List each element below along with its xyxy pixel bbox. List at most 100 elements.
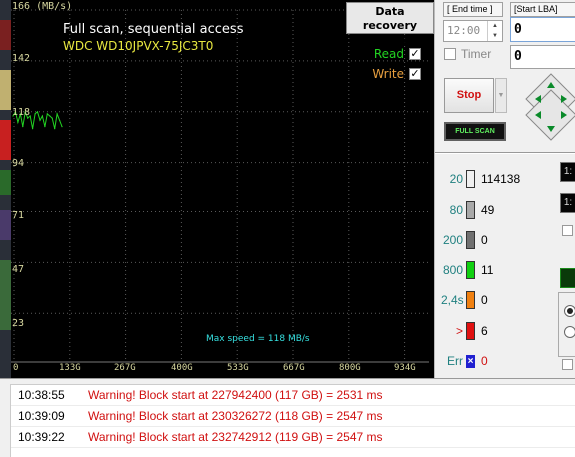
read-speed-point [17,121,19,123]
right-indicator-1: 1: [560,162,575,182]
x-tick-133g: 133G [59,363,81,373]
stat-count: 0 [481,293,488,307]
read-speed-point [44,126,46,128]
drive-model: WDC WD10JPVX-75JC3T0 [63,39,214,53]
timer-toggle[interactable]: Timer [444,47,491,61]
x-tick-934g: 934G [394,363,416,373]
stat-row-err: Err × 0 [441,352,488,370]
stat-row-80ms: 80 49 [441,201,494,219]
timer-checkbox[interactable] [444,48,456,60]
stat-label: 200 [442,233,463,247]
stat-count: 6 [481,324,488,338]
log-entry: 10:38:55 Warning! Block start at 2279424… [11,385,575,406]
read-speed-point [36,111,39,113]
victoria-scan-window: 166 (MB/s) 142 118 94 71 47 23 0 133G 26… [0,0,575,457]
x-icon: × [466,354,475,368]
data-recovery-link[interactable]: Data recovery www.hdd.by [346,2,434,46]
read-checkbox[interactable]: ✓ [409,48,421,60]
stat-count: 49 [481,203,495,217]
scan-mode-title: Full scan, sequential access [63,22,244,37]
log-entry: 10:39:09 Warning! Block start at 2303262… [11,406,575,427]
right-checkbox-2[interactable] [562,359,573,370]
read-speed-point [46,113,48,115]
read-speed-point [34,113,36,115]
speed-graph-canvas [11,9,429,363]
read-toggle[interactable]: Read ✓ [374,47,421,61]
stat-label: 2,4s [441,293,464,307]
log-time: 10:39:09 [18,409,65,423]
read-speed-point [22,126,24,128]
stat-swatch [466,201,475,219]
stat-label: > [455,324,463,338]
stat-swatch [466,170,475,188]
stat-swatch [466,261,475,279]
y-axis-unit: 166 (MB/s) [12,1,73,12]
stat-count: 0 [481,233,488,247]
stat-swatch [466,291,475,309]
log-message: Warning! Block start at 232742912 (119 G… [88,430,383,444]
read-speed-point [59,119,61,121]
write-toggle[interactable]: Write ✓ [372,67,421,81]
write-label: Write [372,67,404,81]
x-tick-533g: 533G [227,363,249,373]
control-panel: [ End time ] [Start LBA] 12:00 ▲ ▼ 0 Tim… [434,0,575,378]
err-label: Err [447,354,463,368]
read-speed-point [49,115,51,117]
log-message: Warning! Block start at 230326272 (118 G… [88,409,383,423]
right-radio-1[interactable] [564,305,575,317]
stat-row-2-4s: 2,4s 0 [441,291,488,309]
stat-row-over: > 6 [441,322,488,340]
right-radio-2[interactable] [564,326,575,338]
full-scan-button[interactable]: FULL SCAN [444,122,506,141]
timer-label: Timer [461,47,492,61]
log-message: Warning! Block start at 227942400 (117 G… [88,388,383,402]
read-speed-point [61,126,63,128]
stat-row-20ms: 20 114138 [441,170,520,188]
read-speed-point [41,115,43,117]
err-count: 0 [481,354,488,368]
read-speed-point [32,128,34,130]
read-speed-point [56,113,58,115]
right-indicator-2: 1: [560,193,575,213]
y-tick-71: 71 [12,210,25,221]
start-lba-input[interactable]: 0 [510,17,575,42]
end-lba-input[interactable]: 0 [510,45,575,69]
background-desktop-strip [0,0,11,378]
navigation-pad[interactable] [524,72,575,142]
log-entry: 10:39:22 Warning! Block start at 2327429… [11,427,575,448]
stat-count: 11 [481,263,494,277]
stat-swatch [466,231,475,249]
log-list[interactable]: 10:38:55 Warning! Block start at 2279424… [10,384,575,457]
read-speed-point [39,119,41,121]
right-radio-frame [558,292,575,357]
right-green-button[interactable] [560,268,575,288]
end-time-spinner[interactable]: ▲ ▼ [487,21,502,41]
stat-row-800ms: 800 11 [441,261,493,279]
max-speed-label: Max speed = 118 MB/s [206,334,310,344]
stat-label: 20 [449,172,463,186]
log-time: 10:39:22 [18,430,65,444]
right-checkbox[interactable] [562,225,573,236]
stop-button[interactable]: Stop [444,78,494,113]
read-speed-point [51,117,53,119]
stat-count: 114138 [481,172,521,186]
start-lba-label: [Start LBA] [510,2,575,17]
y-tick-23: 23 [12,318,25,329]
x-tick-400g: 400G [171,363,193,373]
y-tick-94: 94 [12,158,25,169]
x-tick-800g: 800G [339,363,361,373]
promo-line-1: Data recovery [362,5,418,32]
y-tick-47: 47 [12,264,25,275]
speed-graph[interactable]: 166 (MB/s) 142 118 94 71 47 23 0 133G 26… [11,0,434,378]
y-tick-118: 118 [12,107,31,118]
x-tick-0: 0 [13,363,19,373]
y-tick-142: 142 [12,53,31,64]
stop-dropdown-icon[interactable]: ▼ [495,78,507,113]
spin-down-icon[interactable]: ▼ [488,31,502,41]
spin-up-icon[interactable]: ▲ [488,21,502,31]
log-time: 10:38:55 [18,388,65,402]
read-speed-point [54,128,56,130]
write-checkbox[interactable]: ✓ [409,68,421,80]
log-pane: 10:38:55 Warning! Block start at 2279424… [0,378,575,457]
x-tick-667g: 667G [283,363,305,373]
